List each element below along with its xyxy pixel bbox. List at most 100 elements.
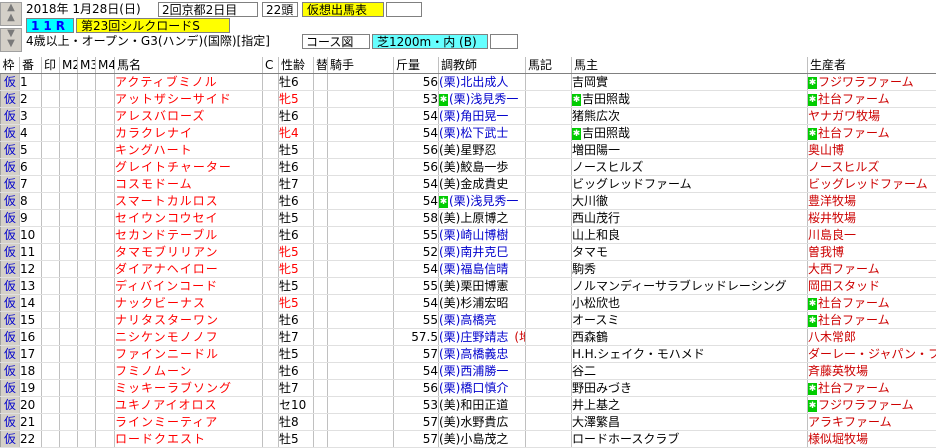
jockey[interactable] (327, 328, 394, 346)
m2-cell[interactable] (59, 175, 78, 193)
column-header[interactable]: M3 (77, 57, 96, 74)
horse-name[interactable]: セイウンコウセイ (114, 209, 263, 227)
trainer[interactable]: ✱ (栗)浅見秀一 (438, 192, 526, 210)
jockey[interactable] (327, 192, 394, 210)
horse-name[interactable]: セカンドテーブル (114, 226, 263, 244)
table-row[interactable]: 仮 18 フミノムーン 牡6 54 (栗)西浦勝一 谷二 斉藤英牧場 (0, 362, 936, 380)
m2-cell[interactable] (59, 396, 78, 414)
mark-cell[interactable] (41, 396, 60, 414)
trainer[interactable]: (栗)松下武士 (438, 124, 526, 142)
owner[interactable]: ノースヒルズ (571, 158, 808, 176)
owner[interactable]: タマモ (571, 243, 808, 261)
mark-cell[interactable] (41, 175, 60, 193)
table-row[interactable]: 仮 20 ユキノアイオロス セ10 53 (美)和田正道 井上基之 ✱ フジワラファーム (0, 396, 936, 414)
waku-button[interactable]: 仮 (0, 277, 20, 295)
m3-cell[interactable] (77, 277, 96, 295)
breeder[interactable]: 岡田スタッド (807, 277, 936, 295)
waku-button[interactable]: 仮 (0, 107, 20, 125)
mark-cell[interactable] (41, 294, 60, 312)
horse-name[interactable]: カラクレナイ (114, 124, 263, 142)
m4-cell[interactable] (95, 124, 115, 142)
mark-cell[interactable] (41, 209, 60, 227)
breeder[interactable]: 川島良一 (807, 226, 936, 244)
m2-cell[interactable] (59, 124, 78, 142)
horse-name[interactable]: グレイトチャーター (114, 158, 263, 176)
owner[interactable]: 谷二 (571, 362, 808, 380)
owner[interactable]: H.H.シェイク・モハメド (571, 345, 808, 363)
table-row[interactable]: 仮 12 ダイアナヘイロー 牝5 54 (栗)福島信晴 駒秀 大西ファーム (0, 260, 936, 278)
m2-cell[interactable] (59, 345, 78, 363)
trainer[interactable]: (美)杉浦宏昭 (438, 294, 526, 312)
breeder[interactable]: 斉藤英牧場 (807, 362, 936, 380)
column-header[interactable]: 生産者 (807, 57, 936, 74)
breeder[interactable]: ✱ 社台ファーム (807, 90, 936, 108)
waku-button[interactable]: 仮 (0, 413, 20, 431)
jockey[interactable] (327, 430, 394, 448)
m3-cell[interactable] (77, 124, 96, 142)
horse-name[interactable]: ラインミーティア (114, 413, 263, 431)
horse-name[interactable]: タマモブリリアン (114, 243, 263, 261)
m4-cell[interactable] (95, 175, 115, 193)
m2-cell[interactable] (59, 158, 78, 176)
trainer[interactable]: ✱ (栗)浅見秀一 (438, 90, 526, 108)
waku-button[interactable]: 仮 (0, 175, 20, 193)
trainer[interactable]: (栗)庄野靖志 (地) (438, 328, 526, 346)
table-row[interactable]: 仮 2 アットザシーサイド 牝5 53 ✱ (栗)浅見秀一 ✱ 吉田照哉 ✱ 社台ファーム (0, 90, 936, 108)
column-header[interactable]: 替 (313, 57, 328, 74)
breeder[interactable]: ✱ 社台ファーム (807, 294, 936, 312)
m2-cell[interactable] (59, 362, 78, 380)
horse-name[interactable]: コスモドーム (114, 175, 263, 193)
table-row[interactable]: 仮 9 セイウンコウセイ 牡5 58 (美)上原博之 西山茂行 桜井牧場 (0, 209, 936, 227)
mark-cell[interactable] (41, 243, 60, 261)
jockey[interactable] (327, 107, 394, 125)
waku-button[interactable]: 仮 (0, 430, 20, 448)
m3-cell[interactable] (77, 107, 96, 125)
breeder[interactable]: 大西ファーム (807, 260, 936, 278)
mark-cell[interactable] (41, 277, 60, 295)
waku-button[interactable]: 仮 (0, 396, 20, 414)
trainer[interactable]: (栗)福島信晴 (438, 260, 526, 278)
column-header[interactable]: M4 (95, 57, 115, 74)
waku-button[interactable]: 仮 (0, 294, 20, 312)
jockey[interactable] (327, 260, 394, 278)
jockey[interactable] (327, 141, 394, 159)
mark-cell[interactable] (41, 90, 60, 108)
trainer[interactable]: (栗)橋口慎介 (438, 379, 526, 397)
m4-cell[interactable] (95, 90, 115, 108)
m4-cell[interactable] (95, 379, 115, 397)
m2-cell[interactable] (59, 243, 78, 261)
mark-cell[interactable] (41, 192, 60, 210)
m3-cell[interactable] (77, 345, 96, 363)
m3-cell[interactable] (77, 311, 96, 329)
mark-cell[interactable] (41, 311, 60, 329)
waku-button[interactable]: 仮 (0, 328, 20, 346)
jockey[interactable] (327, 158, 394, 176)
mark-cell[interactable] (41, 107, 60, 125)
waku-button[interactable]: 仮 (0, 260, 20, 278)
jockey[interactable] (327, 345, 394, 363)
m4-cell[interactable] (95, 141, 115, 159)
m3-cell[interactable] (77, 430, 96, 448)
m4-cell[interactable] (95, 226, 115, 244)
m2-cell[interactable] (59, 430, 78, 448)
breeder[interactable]: ✱ フジワラファーム (807, 73, 936, 91)
m4-cell[interactable] (95, 243, 115, 261)
waku-button[interactable]: 仮 (0, 243, 20, 261)
trainer[interactable]: (美)鮫島一歩 (438, 158, 526, 176)
horse-name[interactable]: ナックビーナス (114, 294, 263, 312)
trainer[interactable]: (美)和田正道 (438, 396, 526, 414)
horse-name[interactable]: ミッキーラブソング (114, 379, 263, 397)
waku-button[interactable]: 仮 (0, 158, 20, 176)
table-row[interactable]: 仮 5 キングハート 牡5 56 (美)星野忍 増田陽一 奥山博 (0, 141, 936, 159)
m4-cell[interactable] (95, 294, 115, 312)
breeder[interactable]: 豊洋牧場 (807, 192, 936, 210)
m3-cell[interactable] (77, 362, 96, 380)
m4-cell[interactable] (95, 413, 115, 431)
trainer[interactable]: (栗)高橋義忠 (438, 345, 526, 363)
waku-button[interactable]: 仮 (0, 345, 20, 363)
waku-button[interactable]: 仮 (0, 90, 20, 108)
owner[interactable]: 西森鶴 (571, 328, 808, 346)
owner[interactable]: ノルマンディーサラブレッドレーシング (571, 277, 808, 295)
breeder[interactable]: 桜井牧場 (807, 209, 936, 227)
table-row[interactable]: 仮 8 スマートカルロス 牡6 54 ✱ (栗)浅見秀一 大川徹 豊洋牧場 (0, 192, 936, 210)
